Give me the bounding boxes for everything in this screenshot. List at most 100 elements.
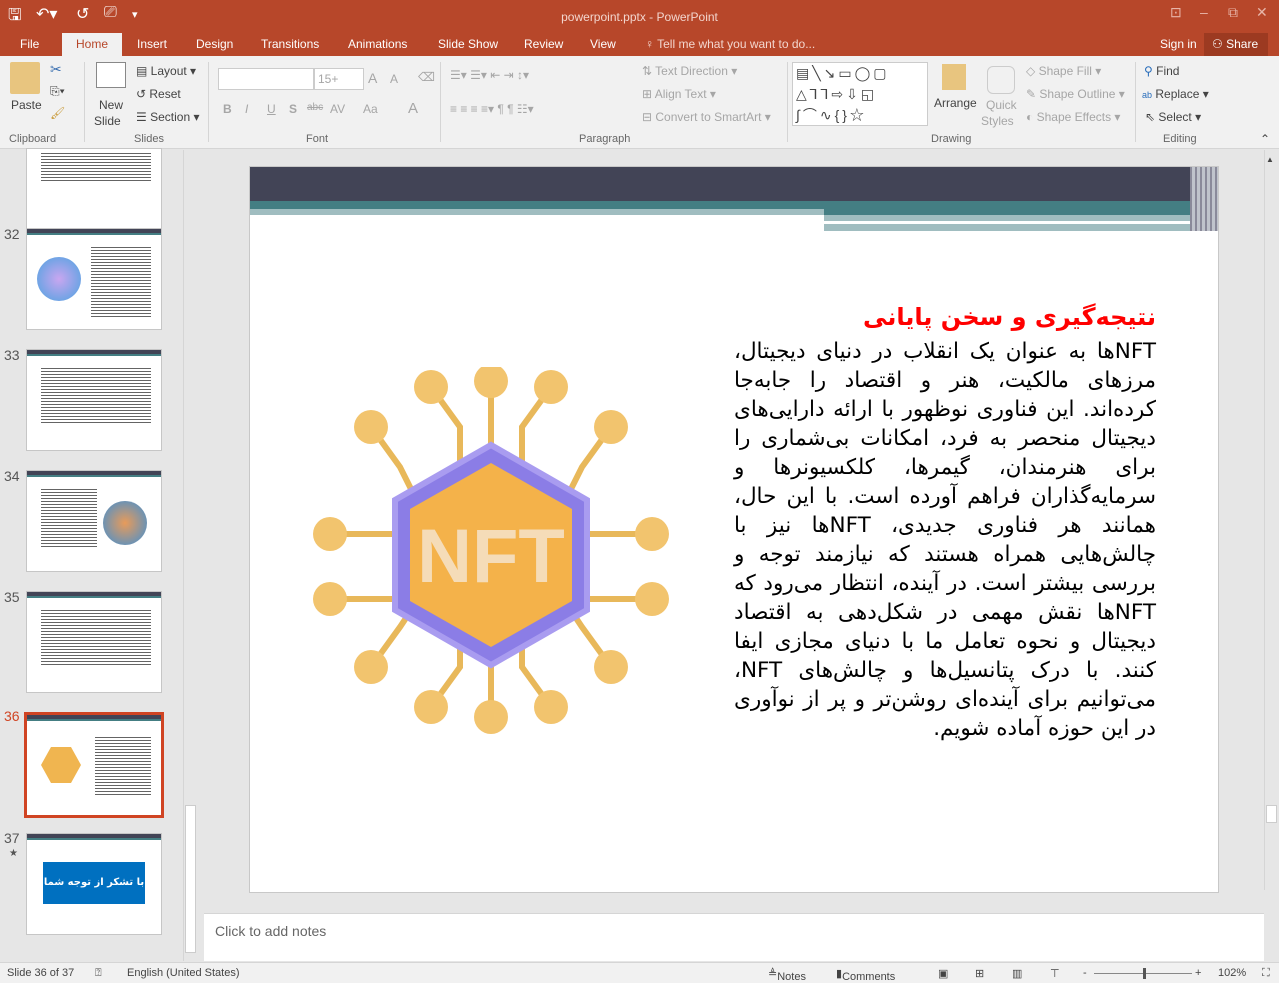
convert-smartart-button[interactable]: ⊟ Convert to SmartArt ▾ bbox=[642, 110, 771, 124]
bullets-icon[interactable]: ☰▾ ☰▾ ⇤ ⇥ ↕▾ bbox=[450, 68, 529, 82]
tab-review[interactable]: Review bbox=[524, 37, 563, 51]
section-button[interactable]: ☰ Section ▾ bbox=[136, 110, 199, 124]
slide-number: 35 bbox=[4, 589, 20, 605]
shape-outline-button[interactable]: ✎ Shape Outline ▾ bbox=[1026, 87, 1125, 101]
slide-canvas[interactable]: NFT نتیجه‌گیری و سخن پایانی NFTها به عنو… bbox=[249, 166, 1219, 893]
quick-styles-button[interactable]: Quick bbox=[986, 98, 1017, 112]
strikethrough-button[interactable]: abc bbox=[307, 102, 323, 113]
tab-slide-show[interactable]: Slide Show bbox=[438, 37, 498, 51]
zoom-in-button[interactable]: + bbox=[1195, 967, 1201, 979]
new-slide-icon[interactable] bbox=[96, 62, 126, 88]
zoom-slider-thumb[interactable] bbox=[1143, 968, 1146, 979]
comments-toggle[interactable]: ▮ Comments bbox=[836, 967, 895, 983]
tell-me-text: Tell me what you want to do... bbox=[657, 37, 816, 51]
align-text-button[interactable]: ⊞ Align Text ▾ bbox=[642, 87, 716, 101]
notes-toggle[interactable]: ≜ Notes bbox=[768, 967, 806, 983]
language-status[interactable]: English (United States) bbox=[127, 967, 240, 979]
ribbon-display-icon[interactable]: ⊡ bbox=[1170, 4, 1182, 21]
sign-in-link[interactable]: Sign in bbox=[1160, 37, 1197, 51]
tab-home[interactable]: Home bbox=[62, 33, 123, 56]
fit-to-window-icon[interactable]: ⛶ bbox=[1262, 967, 1270, 980]
clear-formatting-icon[interactable]: ⌫ bbox=[418, 70, 435, 84]
window-title: powerpoint.pptx - PowerPoint bbox=[561, 10, 718, 24]
thumbnail-36-selected[interactable] bbox=[24, 712, 164, 818]
thumbnails-scrollbar[interactable] bbox=[183, 150, 197, 961]
grow-font-icon[interactable]: A bbox=[368, 70, 377, 86]
slide-body-text[interactable]: NFTها به عنوان یک انقلاب در دنیای دیجیتا… bbox=[734, 337, 1156, 743]
font-name-input[interactable] bbox=[218, 68, 314, 90]
notes-pane[interactable]: Click to add notes bbox=[204, 913, 1264, 961]
slide-sorter-icon[interactable]: ⊞ bbox=[975, 967, 984, 980]
collapse-ribbon-icon[interactable]: ⌃ bbox=[1260, 132, 1270, 146]
copy-icon[interactable]: ⎘▾ bbox=[50, 84, 65, 99]
find-button[interactable]: ⚲ Find bbox=[1144, 64, 1179, 78]
slide-thumbnails-pane: 32 33 34 35 36 37 ★ با تشکر از توجه شما bbox=[0, 148, 200, 961]
editing-group-label: Editing bbox=[1163, 133, 1197, 145]
close-button[interactable]: ✕ bbox=[1256, 4, 1268, 21]
reading-view-icon[interactable]: ▥ bbox=[1012, 967, 1022, 980]
zoom-slider[interactable] bbox=[1094, 968, 1192, 979]
minimize-button[interactable]: – bbox=[1200, 4, 1208, 20]
replace-button[interactable]: ab Replace ▾ bbox=[1142, 87, 1209, 101]
header-bar-teal bbox=[250, 201, 1218, 209]
circuit-node bbox=[534, 690, 568, 724]
notes-placeholder[interactable]: Click to add notes bbox=[215, 923, 326, 939]
tab-design[interactable]: Design bbox=[196, 37, 233, 51]
tab-transitions[interactable]: Transitions bbox=[261, 37, 319, 51]
thumbnail-35[interactable] bbox=[26, 591, 162, 693]
slideshow-view-icon[interactable]: ⊤ bbox=[1050, 967, 1060, 980]
slide-number: 32 bbox=[4, 226, 20, 242]
thumbnail-33[interactable] bbox=[26, 349, 162, 451]
tell-me-search[interactable]: ♀ Tell me what you want to do... bbox=[645, 37, 815, 51]
format-painter-icon[interactable]: 🖌 bbox=[50, 106, 65, 120]
replace-icon: ab bbox=[1142, 90, 1153, 100]
thumbnail-32[interactable] bbox=[26, 228, 162, 330]
reset-button[interactable]: ↺ Reset bbox=[136, 87, 181, 101]
slide-scrollbar[interactable]: ▲ bbox=[1264, 150, 1278, 890]
thumbnail-34[interactable] bbox=[26, 470, 162, 572]
spellcheck-icon[interactable]: ⍰ bbox=[95, 967, 102, 980]
zoom-out-button[interactable]: - bbox=[1083, 967, 1087, 979]
zoom-level[interactable]: 102% bbox=[1218, 967, 1246, 979]
ribbon: Paste ✂ ⎘▾ 🖌 Clipboard New Slide ▤ Layou… bbox=[0, 56, 1279, 149]
shadow-button[interactable]: S bbox=[289, 102, 297, 116]
cut-icon[interactable]: ✂ bbox=[50, 61, 62, 78]
new-slide-button[interactable]: New bbox=[99, 98, 123, 112]
tab-view[interactable]: View bbox=[590, 37, 616, 51]
text-direction-button[interactable]: ⇅ Text Direction ▾ bbox=[642, 64, 737, 78]
nft-label: NFT bbox=[417, 514, 565, 599]
shrink-font-icon[interactable]: A bbox=[390, 72, 398, 86]
share-button[interactable]: ⚇ Share bbox=[1204, 33, 1269, 56]
arrange-button[interactable]: Arrange bbox=[934, 96, 977, 110]
character-spacing-button[interactable]: AV bbox=[330, 102, 345, 116]
tab-file[interactable]: File bbox=[20, 37, 39, 51]
layout-button[interactable]: ▤ Layout ▾ bbox=[136, 64, 196, 78]
paste-icon[interactable] bbox=[10, 62, 40, 94]
slide-title[interactable]: نتیجه‌گیری و سخن پایانی bbox=[863, 303, 1156, 331]
bold-button[interactable]: B bbox=[223, 102, 232, 116]
quick-styles-button-line2[interactable]: Styles bbox=[981, 114, 1014, 128]
paste-button[interactable]: Paste bbox=[11, 98, 42, 112]
tab-animations[interactable]: Animations bbox=[348, 37, 407, 51]
thumbnail-37[interactable]: با تشکر از توجه شما bbox=[26, 833, 162, 935]
circuit-node bbox=[414, 690, 448, 724]
maximize-button[interactable]: ⧉ bbox=[1228, 4, 1238, 21]
underline-button[interactable]: U bbox=[267, 102, 276, 116]
normal-view-icon[interactable]: ▣ bbox=[938, 967, 948, 980]
shapes-gallery[interactable]: ▤╲↘▭◯▢ △⅂⅂⇨⇩◱ ∫⌒∿{}☆ bbox=[792, 62, 928, 126]
scroll-thumb[interactable] bbox=[185, 805, 196, 953]
circuit-node bbox=[414, 370, 448, 404]
shape-fill-button[interactable]: ◇ Shape Fill ▾ bbox=[1026, 64, 1101, 78]
circuit-node bbox=[354, 650, 388, 684]
tab-insert[interactable]: Insert bbox=[137, 37, 167, 51]
circuit-node bbox=[354, 410, 388, 444]
font-color-button[interactable]: A bbox=[408, 100, 418, 117]
new-slide-button-line2[interactable]: Slide bbox=[94, 114, 121, 128]
select-button[interactable]: ⇖ Select ▾ bbox=[1145, 110, 1201, 124]
align-icons[interactable]: ≡ ≡ ≡ ≡▾ ¶ ¶ ☷▾ bbox=[450, 102, 534, 116]
change-case-button[interactable]: Aa bbox=[363, 102, 378, 116]
nft-illustration: NFT bbox=[313, 367, 669, 734]
italic-button[interactable]: I bbox=[245, 102, 248, 116]
shape-effects-button[interactable]: ◐ Shape Effects ▾ bbox=[1026, 110, 1120, 124]
font-size-input[interactable]: 15+ bbox=[314, 68, 364, 90]
